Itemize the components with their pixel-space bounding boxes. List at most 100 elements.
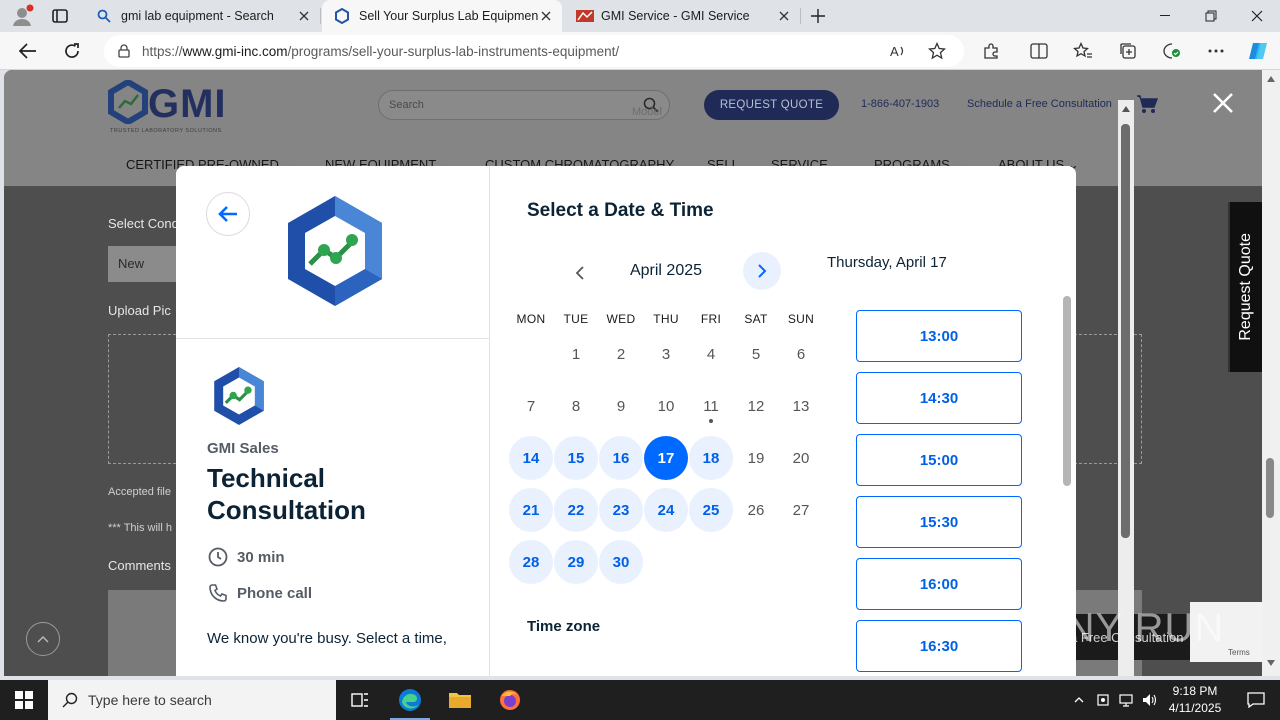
time-slot-button[interactable]: 16:00 [856,558,1022,610]
weekday-sat: SAT [744,312,768,326]
split-screen-icon[interactable] [1024,36,1054,66]
calendar-day-17[interactable]: 17 [644,436,688,480]
security-tray-icon[interactable] [1094,680,1112,720]
file-explorer-icon[interactable] [436,680,484,720]
time-slot-button[interactable]: 16:30 [856,620,1022,672]
tab-actions-icon[interactable] [50,6,70,26]
calendar-day-18[interactable]: 18 [689,436,733,480]
calendar-day-8: 8 [571,397,581,415]
task-view-icon[interactable] [336,680,384,720]
calendar-day-25[interactable]: 25 [689,488,733,532]
calendar-day-24[interactable]: 24 [644,488,688,532]
browser-essentials-icon[interactable] [1157,36,1187,66]
firefox-icon[interactable] [486,680,534,720]
calendar-day-21[interactable]: 21 [509,488,553,532]
selected-date-label: Thursday, April 17 [827,254,947,271]
close-tab-icon[interactable] [776,8,792,24]
taskbar-clock[interactable]: 9:18 PM 4/11/2025 [1160,683,1230,717]
url-field[interactable]: https://www.gmi-inc.com/programs/sell-yo… [104,35,964,67]
header-phone[interactable]: 1-866-407-1903 [861,98,939,110]
favorites-icon[interactable] [1068,36,1098,66]
scroll-up-arrow-icon[interactable] [1122,106,1130,112]
time-slot-button[interactable]: 13:00 [856,310,1022,362]
request-quote-side-tab[interactable]: Request Quote [1228,202,1262,372]
notification-icon[interactable] [1232,680,1280,720]
new-tab-icon[interactable] [808,6,828,26]
taskbar-search-input[interactable]: Type here to search [48,680,336,720]
tray-overflow-icon[interactable] [1070,680,1088,720]
close-window-icon[interactable] [1234,0,1280,32]
edge-browser-icon[interactable] [386,680,434,720]
gmi-logo-small [210,364,268,428]
calendar-day-16[interactable]: 16 [599,436,643,480]
calendar-day-19: 19 [747,449,765,467]
volume-icon[interactable] [1140,680,1160,720]
condition-select[interactable]: New [108,246,178,282]
close-overlay-icon[interactable] [1212,92,1234,114]
page-scrollbar[interactable] [1262,70,1280,676]
refresh-icon[interactable] [57,36,87,66]
profile-avatar-icon[interactable] [10,4,34,28]
scroll-top-icon[interactable] [26,622,60,656]
date-time-heading: Select a Date & Time [527,200,714,221]
network-icon[interactable] [1116,680,1136,720]
scroll-up-arrow-icon[interactable] [1267,76,1275,82]
tab-sell-surplus[interactable]: Sell Your Surplus Lab Equipment [322,0,562,32]
read-aloud-icon[interactable]: A [883,36,913,66]
browser-tab-bar: gmi lab equipment - Search Sell Your Sur… [0,0,1280,32]
time-slot-button[interactable]: 15:00 [856,434,1022,486]
next-month-button[interactable] [743,252,781,290]
date-time-pane: Select a Date & Time April 2025 MON TUE WE… [491,166,1076,676]
close-tab-icon[interactable] [538,8,554,24]
event-description: We know you're busy. Select a time, [207,630,447,647]
weekday-sun: SUN [787,312,815,326]
cart-icon[interactable] [1136,94,1158,114]
overlay-scroll-thumb[interactable] [1121,124,1130,538]
scroll-down-arrow-icon[interactable] [1267,660,1275,666]
calendar-day-15[interactable]: 15 [554,436,598,480]
calendar-day-5: 5 [751,345,761,363]
calendar-day-10: 10 [657,397,675,415]
extensions-icon[interactable] [976,36,1006,66]
tab-search[interactable]: gmi lab equipment - Search [84,0,321,32]
time-slot-button[interactable]: 15:30 [856,496,1022,548]
search-icon [96,8,112,24]
url-text: https://www.gmi-inc.com/programs/sell-yo… [142,43,620,59]
recaptcha-terms[interactable]: Terms [1228,648,1250,657]
minimize-icon[interactable] [1142,0,1188,32]
favorite-star-icon[interactable] [922,36,952,66]
calendar-day-2: 2 [616,345,626,363]
windows-start-icon[interactable] [0,680,48,720]
tab-gmi-service[interactable]: GMI Service - GMI Service [564,0,801,32]
request-quote-button[interactable]: REQUEST QUOTE [704,90,839,120]
calendar-day-28[interactable]: 28 [509,540,553,584]
site-search-input[interactable]: Search [378,90,670,120]
previous-month-button[interactable] [561,254,599,292]
calendar-day-20: 20 [792,449,810,467]
gmi-logo[interactable]: GMI TRUSTED LABORATORY SOLUTIONS [108,80,232,134]
tab-title: gmi lab equipment - Search [121,9,274,23]
restore-icon[interactable] [1188,0,1234,32]
chevron-left-icon [575,266,585,280]
back-button[interactable] [206,192,250,236]
clock-icon [207,546,229,568]
calendar-day-30[interactable]: 30 [599,540,643,584]
model-field-ghost: Model [632,106,662,118]
scheduling-modal: GMI Sales Technical Consultation 30 min … [176,166,1076,676]
header-schedule-link[interactable]: Schedule a Free Consultation [967,98,1112,110]
close-tab-icon[interactable] [296,8,312,24]
calendar-day-23[interactable]: 23 [599,488,643,532]
collections-icon[interactable] [1113,36,1143,66]
calendar-day-22[interactable]: 22 [554,488,598,532]
current-month: April 2025 [629,262,703,279]
more-menu-icon[interactable] [1201,36,1231,66]
copilot-icon[interactable] [1243,36,1273,66]
time-slot-button[interactable]: 14:30 [856,372,1022,424]
calendar-day-14[interactable]: 14 [509,436,553,480]
page-scroll-thumb[interactable] [1266,458,1274,518]
slot-scrollbar[interactable] [1063,296,1071,486]
back-arrow-icon[interactable] [13,36,43,66]
calendar-day-29[interactable]: 29 [554,540,598,584]
event-header [176,166,490,339]
overlay-scrollbar[interactable] [1118,100,1134,676]
